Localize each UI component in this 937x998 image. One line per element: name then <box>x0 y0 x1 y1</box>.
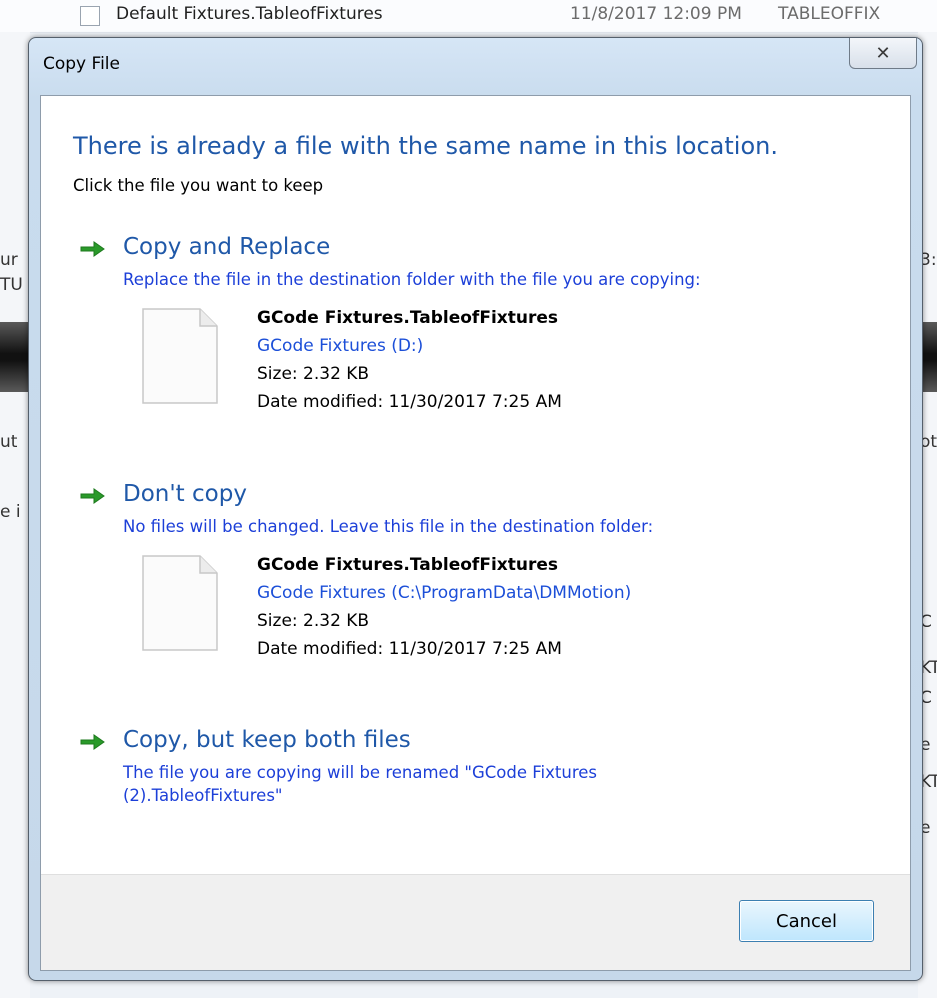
file-size: Size: 2.32 KB <box>257 611 370 631</box>
cancel-button[interactable]: Cancel <box>739 900 874 942</box>
option-description: The file you are copying will be renamed… <box>123 761 597 807</box>
file-location: GCode Fixtures (D:) <box>257 336 424 356</box>
file-icon <box>142 555 218 651</box>
file-icon <box>142 308 218 404</box>
background-row-checkbox <box>80 6 100 26</box>
close-button[interactable]: ✕ <box>849 38 917 69</box>
dont-copy-option[interactable]: Don't copy No files will be changed. Lea… <box>79 481 879 681</box>
background-fragment: ut <box>0 432 18 452</box>
arrow-right-icon <box>80 488 105 504</box>
option-title: Copy and Replace <box>123 234 331 260</box>
file-name: GCode Fixtures.TableofFixtures <box>257 308 558 328</box>
keep-both-files-option[interactable]: Copy, but keep both files The file you a… <box>79 727 879 837</box>
arrow-right-icon <box>80 734 105 750</box>
file-date-modified: Date modified: 11/30/2017 7:25 AM <box>257 639 562 659</box>
copy-file-dialog: Copy File ✕ There is already a file with… <box>28 37 923 981</box>
dialog-footer: Cancel <box>41 874 910 970</box>
file-size: Size: 2.32 KB <box>257 364 370 384</box>
background-fragment: e i <box>0 502 21 522</box>
option-description-line: (2).TableofFixtures" <box>123 786 283 805</box>
dialog-content: There is already a file with the same na… <box>40 95 911 971</box>
background-file-row: Default Fixtures.TableofFixtures 11/8/20… <box>0 0 937 33</box>
copy-and-replace-option[interactable]: Copy and Replace Replace the file in the… <box>79 234 879 434</box>
background-dark-band-left <box>0 322 30 392</box>
option-title: Copy, but keep both files <box>123 727 411 753</box>
sub-instruction: Click the file you want to keep <box>73 176 324 195</box>
file-date-modified: Date modified: 11/30/2017 7:25 AM <box>257 392 562 412</box>
background-row-filename: Default Fixtures.TableofFixtures <box>116 4 383 24</box>
file-location: GCode Fixtures (C:\ProgramData\DMMotion) <box>257 583 632 603</box>
background-fragment: ur <box>0 250 18 270</box>
dialog-title: Copy File <box>43 54 120 74</box>
option-description-line: The file you are copying will be renamed… <box>123 763 598 782</box>
file-name: GCode Fixtures.TableofFixtures <box>257 555 558 575</box>
option-description: No files will be changed. Leave this fil… <box>123 517 654 536</box>
background-fragment: TU <box>0 275 23 295</box>
main-instruction: There is already a file with the same na… <box>73 132 778 160</box>
background-row-type: TABLEOFFIX <box>778 4 881 24</box>
option-description: Replace the file in the destination fold… <box>123 270 701 289</box>
background-row-date: 11/8/2017 12:09 PM <box>570 4 742 24</box>
close-icon: ✕ <box>875 42 891 64</box>
arrow-right-icon <box>80 241 105 257</box>
option-title: Don't copy <box>123 481 247 507</box>
